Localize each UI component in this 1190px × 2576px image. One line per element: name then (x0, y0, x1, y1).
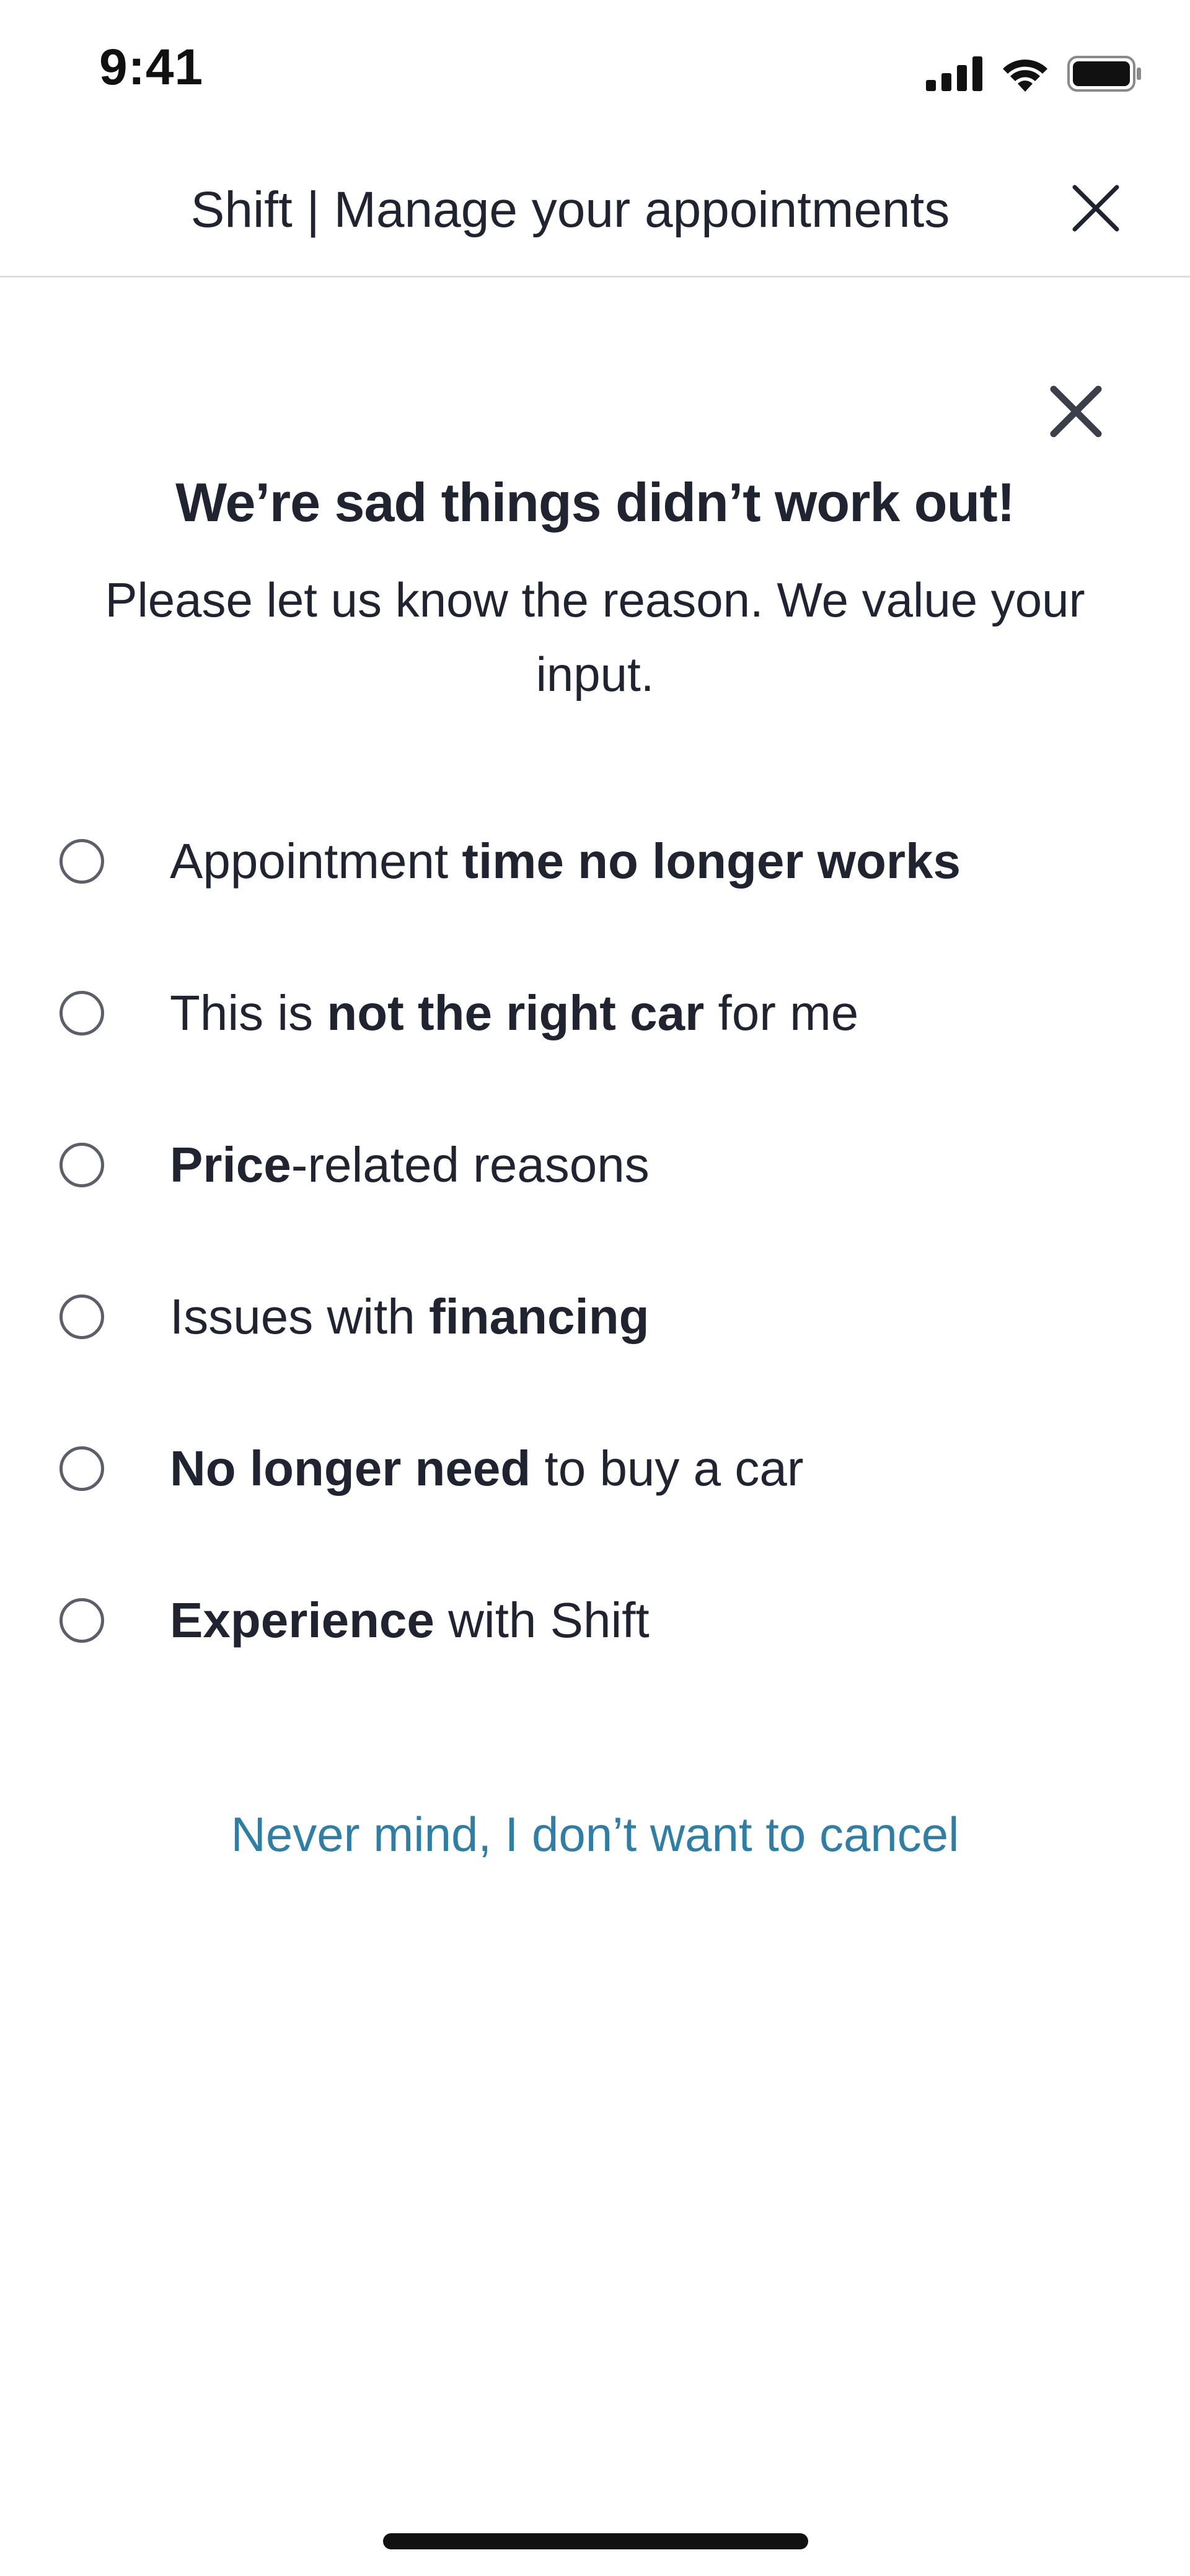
modal-title: We’re sad things didn’t work out! (175, 472, 1015, 533)
status-time: 9:41 (99, 39, 204, 95)
close-icon[interactable] (1070, 182, 1122, 234)
reason-label: Issues with financing (170, 1289, 650, 1344)
signal-icon (926, 56, 983, 91)
status-bar: 9:41 (0, 0, 1190, 143)
modal-close-button[interactable] (1047, 383, 1104, 440)
reason-option[interactable]: Price-related reasons (60, 1128, 1113, 1202)
radio-button[interactable] (60, 1446, 104, 1491)
wifi-icon (1002, 56, 1049, 92)
close-icon (1050, 385, 1102, 437)
reason-label: Experience with Shift (170, 1593, 650, 1648)
radio-button[interactable] (60, 1295, 104, 1339)
status-icons (926, 52, 1142, 95)
reason-option[interactable]: Appointment time no longer works (60, 824, 1113, 899)
reason-label: No longer need to buy a car (170, 1441, 804, 1496)
battery-icon (1067, 56, 1142, 92)
reason-option[interactable]: Issues with financing (60, 1280, 1113, 1354)
reason-label: Appointment time no longer works (170, 833, 961, 889)
radio-button[interactable] (60, 1598, 104, 1643)
page-title: Shift | Manage your appointments (190, 182, 950, 238)
reason-option[interactable]: No longer need to buy a car (60, 1431, 1113, 1506)
modal-subtitle: Please let us know the reason. We value … (105, 573, 1085, 701)
radio-button[interactable] (60, 991, 104, 1035)
radio-button[interactable] (60, 1143, 104, 1187)
never-mind-link[interactable]: Never mind, I don’t want to cancel (0, 1806, 1190, 1863)
reason-option[interactable]: Experience with Shift (60, 1583, 1113, 1658)
nav-header: Shift | Manage your appointments (0, 143, 1190, 278)
reason-label: Price-related reasons (170, 1137, 650, 1192)
reason-label: This is not the right car for me (170, 985, 859, 1040)
home-indicator (383, 2533, 808, 2549)
reason-option[interactable]: This is not the right car for me (60, 976, 1113, 1050)
radio-button[interactable] (60, 839, 104, 884)
